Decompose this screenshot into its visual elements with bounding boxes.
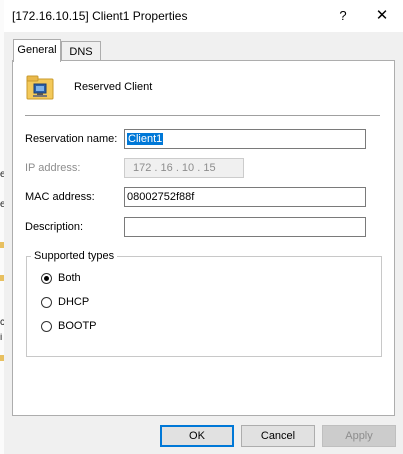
mac-address-input[interactable]: 08002752f88f: [124, 187, 366, 207]
cancel-button[interactable]: Cancel: [241, 425, 315, 447]
title-bar[interactable]: [172.16.10.15] Client1 Properties ? ✕: [4, 0, 403, 32]
radio-bootp-label: BOOTP: [58, 320, 97, 332]
ip-address-label: IP address:: [25, 162, 81, 174]
radio-both[interactable]: Both: [41, 272, 121, 286]
description-input[interactable]: [124, 217, 366, 237]
ok-button[interactable]: OK: [160, 425, 234, 447]
mac-address-label: MAC address:: [25, 191, 95, 203]
mac-address-value: 08002752f88f: [127, 191, 195, 203]
radio-both-button[interactable]: [41, 273, 52, 284]
description-label: Description:: [25, 221, 84, 233]
radio-bootp[interactable]: BOOTP: [41, 320, 121, 334]
radio-bootp-button[interactable]: [41, 321, 52, 332]
radio-dhcp[interactable]: DHCP: [41, 296, 121, 310]
tab-dns[interactable]: DNS: [61, 41, 101, 62]
background-icon-fragment: [0, 242, 4, 248]
radio-dhcp-label: DHCP: [58, 296, 90, 308]
background-window-edge: e e c i: [0, 0, 4, 454]
radio-selected-dot: [44, 276, 49, 281]
reservation-name-label: Reservation name:: [25, 133, 118, 145]
background-icon-fragment: [0, 275, 4, 281]
background-text-fragment: e: [0, 170, 4, 180]
separator: [25, 115, 380, 116]
supported-types-label: Supported types: [31, 250, 118, 262]
reserved-client-label: Reserved Client: [74, 81, 153, 93]
help-button[interactable]: ?: [328, 0, 358, 32]
window-title: [172.16.10.15] Client1 Properties: [12, 9, 188, 23]
background-icon-fragment: [0, 355, 4, 361]
reservation-name-input[interactable]: Client1: [124, 129, 366, 149]
ip-address-value: 172 . 16 . 10 . 15: [133, 162, 216, 174]
background-text-fragment: c: [0, 318, 4, 328]
ip-address-input: 172 . 16 . 10 . 15: [124, 158, 244, 178]
tab-panel-general: [12, 60, 395, 416]
reservation-name-value: Client1: [127, 133, 164, 145]
background-text-fragment: i: [0, 333, 3, 343]
tab-general[interactable]: General: [13, 39, 61, 62]
background-text-fragment: e: [0, 200, 4, 210]
reserved-client-icon: [25, 72, 55, 102]
radio-both-label: Both: [58, 272, 81, 284]
close-button[interactable]: ✕: [362, 0, 402, 32]
radio-dhcp-button[interactable]: [41, 297, 52, 308]
apply-button[interactable]: Apply: [322, 425, 396, 447]
